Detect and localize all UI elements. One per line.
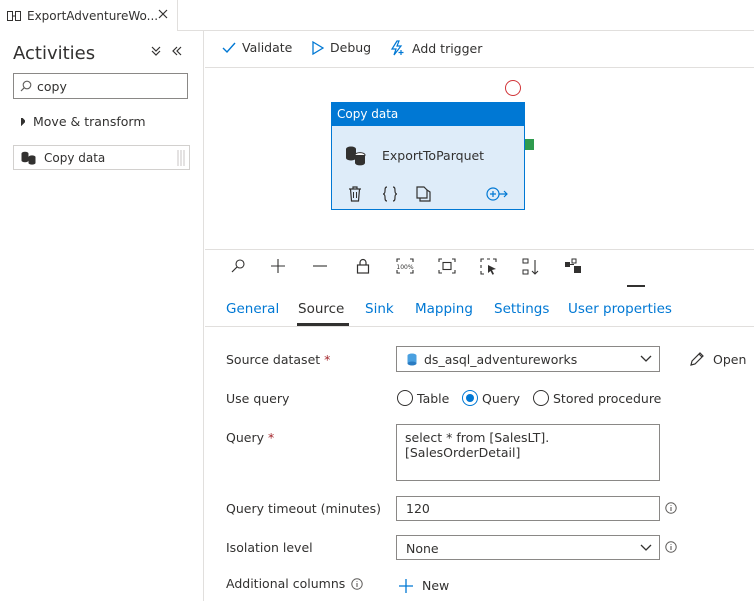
success-output-port[interactable]	[525, 139, 534, 150]
source-dataset-select[interactable]: ds_asql_adventureworks	[396, 346, 660, 372]
active-tab-indicator	[297, 323, 349, 326]
debug-button[interactable]: Debug	[312, 40, 371, 55]
activities-search-input[interactable]	[37, 78, 177, 94]
timeout-field[interactable]	[396, 496, 660, 521]
info-icon[interactable]	[665, 541, 677, 553]
status-circle-icon	[505, 80, 521, 96]
drag-handle-icon[interactable]	[177, 150, 185, 166]
radio-circle[interactable]	[397, 390, 413, 406]
zoom-100-icon[interactable]: 100%	[396, 258, 414, 274]
tab-general[interactable]: General	[226, 301, 279, 317]
category-label: Move & transform	[33, 114, 146, 129]
node-header: Copy data	[332, 103, 524, 126]
query-editor[interactable]: select * from [SalesLT].[SalesOrderDetai…	[396, 424, 660, 481]
activity-item-label: Copy data	[44, 150, 106, 165]
timeout-label: Query timeout (minutes)	[226, 501, 381, 516]
lock-icon[interactable]	[355, 258, 371, 274]
source-dataset-value: ds_asql_adventureworks	[424, 351, 578, 367]
timeout-input[interactable]	[397, 497, 659, 520]
radio-query[interactable]: Query	[462, 390, 520, 406]
info-icon[interactable]	[665, 502, 677, 514]
additional-columns-label: Additional columns	[226, 576, 363, 591]
pipeline-tab-title: ExportAdventureWo...	[27, 8, 159, 23]
new-label: New	[422, 578, 450, 593]
activities-title: Activities	[13, 43, 96, 64]
select-mode-icon[interactable]	[480, 258, 498, 276]
pipeline-tab[interactable]: ExportAdventureWo...	[0, 0, 178, 31]
node-name: ExportToParquet	[382, 148, 485, 163]
auto-align-icon[interactable]	[522, 258, 540, 276]
collapse-all-icon[interactable]	[150, 45, 162, 57]
search-icon[interactable]	[230, 258, 246, 274]
tab-settings[interactable]: Settings	[494, 301, 549, 317]
play-icon	[312, 40, 324, 55]
tab-sink[interactable]: Sink	[365, 301, 394, 317]
query-textarea[interactable]: select * from [SalesLT].[SalesOrderDetai…	[397, 425, 659, 480]
activity-item-copy-data[interactable]: Copy data	[13, 145, 190, 170]
chevron-down-icon	[640, 355, 652, 363]
search-icon	[20, 80, 32, 92]
tab-mapping[interactable]: Mapping	[415, 301, 473, 317]
tab-source[interactable]: Source	[298, 301, 344, 317]
zoom-out-icon[interactable]	[312, 258, 328, 274]
radio-table-label: Table	[417, 390, 450, 406]
radio-stored-procedure[interactable]: Stored procedure	[533, 390, 661, 406]
collapse-panel-icon[interactable]	[171, 45, 183, 57]
code-braces-icon[interactable]	[382, 186, 398, 202]
use-query-label: Use query	[226, 391, 290, 406]
pencil-icon	[689, 351, 705, 367]
zoom-in-icon[interactable]	[270, 258, 286, 274]
debug-label: Debug	[330, 40, 372, 55]
dataset-icon	[407, 353, 417, 366]
query-label: Query *	[226, 430, 275, 445]
source-dataset-label: Source dataset *	[226, 352, 331, 367]
activities-search[interactable]	[13, 73, 188, 99]
radio-circle[interactable]	[533, 390, 549, 406]
radio-table[interactable]: Table	[397, 390, 449, 406]
pipeline-icon	[7, 10, 21, 21]
close-tab-icon[interactable]	[158, 9, 168, 19]
radio-stored-label: Stored procedure	[553, 390, 662, 406]
add-trigger-label: Add trigger	[412, 40, 483, 56]
add-output-icon[interactable]	[486, 186, 508, 202]
panel-resize-handle[interactable]	[627, 285, 645, 287]
isolation-value: None	[406, 541, 439, 556]
info-icon[interactable]	[351, 577, 363, 590]
tab-user-properties[interactable]: User properties	[568, 301, 672, 317]
validate-button[interactable]: Validate	[222, 40, 292, 55]
svg-text:100%: 100%	[396, 264, 413, 271]
open-label: Open	[713, 351, 747, 367]
chevron-down-icon	[640, 544, 652, 552]
open-dataset-button[interactable]: Open	[689, 351, 746, 367]
category-move-transform[interactable]: Move & transform	[17, 114, 146, 129]
delete-icon[interactable]	[348, 186, 362, 202]
add-trigger-button[interactable]: Add trigger	[390, 40, 482, 56]
copy-data-icon	[21, 151, 37, 165]
isolation-level-select[interactable]: None	[396, 535, 660, 560]
isolation-label: Isolation level	[226, 540, 313, 555]
show-lineage-icon[interactable]	[564, 258, 582, 274]
checkmark-icon	[222, 42, 236, 54]
copy-data-icon	[345, 145, 367, 167]
additional-columns-text: Additional columns	[226, 576, 346, 591]
caret-down-icon	[17, 117, 25, 126]
trigger-lightning-icon	[390, 40, 406, 56]
plus-icon	[399, 578, 413, 593]
add-column-button[interactable]: New	[399, 578, 449, 593]
radio-query-label: Query	[482, 390, 520, 406]
copy-icon[interactable]	[416, 186, 431, 202]
radio-circle-selected[interactable]	[462, 390, 478, 406]
validate-label: Validate	[242, 40, 293, 55]
fit-to-screen-icon[interactable]	[438, 258, 456, 274]
